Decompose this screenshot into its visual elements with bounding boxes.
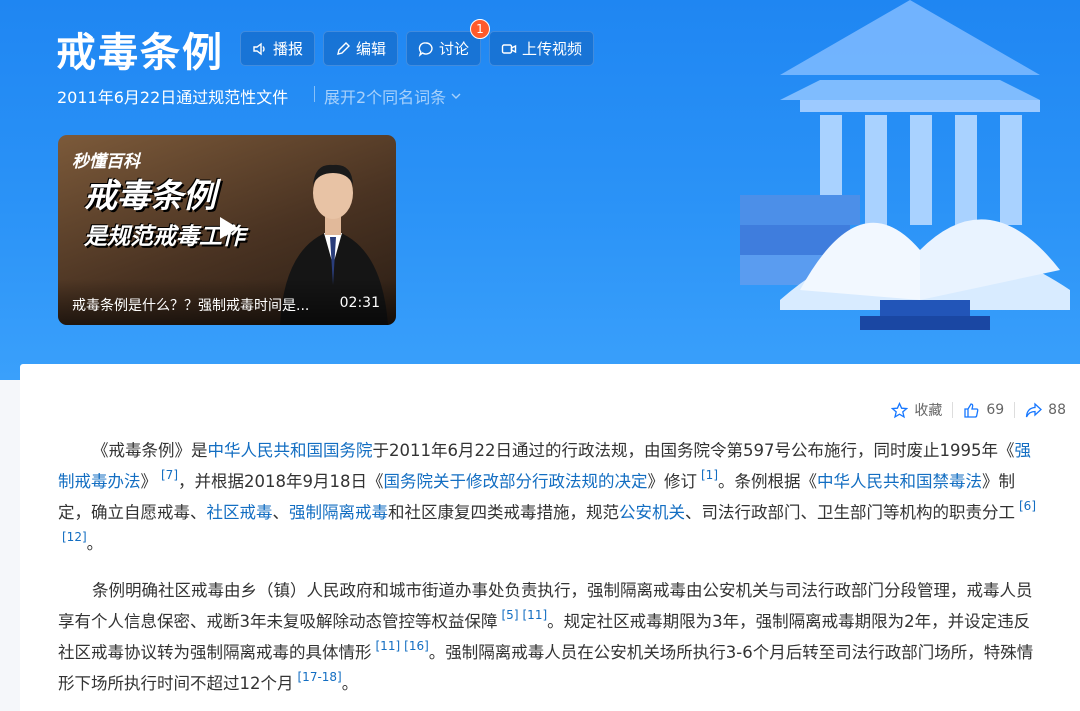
like-count: 69 [986, 402, 1005, 418]
share-count: 88 [1048, 402, 1066, 418]
reference-1[interactable]: [1] [701, 468, 718, 482]
discuss-count-badge: 1 [470, 19, 490, 39]
article-paragraph-2: 条例明确社区戒毒由乡（镇）人民政府和城市街道办事处负责执行，强制隔离戒毒由公安机… [58, 575, 1038, 699]
upload-video-button[interactable]: 上传视频 [489, 31, 594, 66]
hero-banner: 戒毒条例 播报 编辑 讨论 1 上传视频 2011年6月22日通过规范性文件 展… [0, 0, 1080, 380]
text-span: 》修订 [647, 472, 698, 491]
link-compulsory-isolation-rehab[interactable]: 强制隔离戒毒 [289, 503, 388, 522]
video-title-line1: 戒毒条例 [84, 176, 216, 215]
reference-17-18[interactable]: [17-18] [298, 670, 342, 684]
speaker-icon [253, 42, 265, 55]
page-title: 戒毒条例 [56, 30, 224, 76]
video-duration: 02:31 [339, 295, 380, 311]
edit-label: 编辑 [355, 40, 386, 58]
video-camera-icon [501, 43, 517, 54]
text-span: 于2011年6月22日通过的行政法规，由国务院令第597号公布施行，同时废止19… [372, 441, 1015, 460]
reference-12[interactable]: [12] [62, 530, 87, 544]
discuss-label: 讨论 [438, 40, 469, 58]
article-paragraph-1: 《戒毒条例》是中华人民共和国国务院于2011年6月22日通过的行政法规，由国务院… [58, 435, 1038, 559]
text-span: 。条例根据《 [718, 472, 817, 491]
link-revision-decision[interactable]: 国务院关于修改部分行政法规的决定 [384, 472, 648, 491]
link-state-council[interactable]: 中华人民共和国国务院 [208, 441, 373, 460]
share-button[interactable]: 88 [1015, 402, 1076, 419]
entry-subtitle: 2011年6月22日通过规范性文件 [57, 88, 289, 107]
share-icon [1026, 402, 1043, 417]
link-anti-drug-law[interactable]: 中华人民共和国禁毒法 [817, 472, 982, 491]
pencil-icon [337, 41, 350, 55]
play-icon[interactable] [212, 213, 242, 243]
reference-7[interactable]: [7] [161, 468, 178, 482]
like-button[interactable]: 69 [953, 402, 1014, 419]
expand-label: 展开2个同名词条 [324, 88, 447, 107]
reference-16[interactable]: [16] [404, 639, 429, 653]
favorite-button[interactable]: 收藏 [881, 400, 952, 420]
star-icon [891, 401, 909, 418]
upload-video-label: 上传视频 [521, 40, 582, 58]
text-span: ，并根据2018年9月18日《 [178, 472, 384, 491]
broadcast-button[interactable]: 播报 [240, 31, 315, 66]
link-public-security[interactable]: 公安机关 [619, 503, 685, 522]
chevron-down-icon [451, 93, 461, 99]
reference-11b[interactable]: [11] [376, 639, 401, 653]
video-caption: 戒毒条例是什么？？强制戒毒时间是... [72, 298, 310, 314]
reference-11[interactable]: [11] [523, 608, 548, 622]
link-community-rehab[interactable]: 社区戒毒 [207, 503, 273, 522]
broadcast-label: 播报 [272, 40, 303, 58]
text-span: 》 [140, 472, 158, 491]
reference-6[interactable]: [6] [1019, 499, 1036, 513]
courthouse-book-illustration [740, 0, 1070, 330]
expand-homonyms-link[interactable]: 展开2个同名词条 [324, 84, 462, 108]
article-card: 收藏 69 88 《戒毒条例》是中华人民共和国国务院于2011年6月22日通过的… [20, 364, 1080, 711]
reference-5[interactable]: [5] [502, 608, 519, 622]
chat-icon [418, 41, 433, 57]
favorite-label: 收藏 [914, 403, 943, 419]
article-actions: 收藏 69 88 [881, 400, 1076, 420]
subtitle-divider [314, 86, 315, 102]
text-span: 、 [272, 503, 290, 522]
discuss-button[interactable]: 讨论 [406, 31, 481, 66]
thumbs-up-icon [964, 402, 979, 418]
edit-button[interactable]: 编辑 [323, 31, 398, 66]
text-span: 、司法行政部门、卫生部门等机构的职责分工 [685, 503, 1015, 522]
video-thumbnail[interactable]: 秒懂百科 戒毒条例 是规范戒毒工作 戒毒条例是什么？？强制戒毒时间是... 02… [58, 135, 396, 325]
text-span: 。 [86, 534, 104, 553]
text-span: 。 [341, 674, 359, 693]
text-span: 和社区康复四类戒毒措施，规范 [388, 503, 619, 522]
text-span: 《戒毒条例》是 [92, 441, 208, 460]
